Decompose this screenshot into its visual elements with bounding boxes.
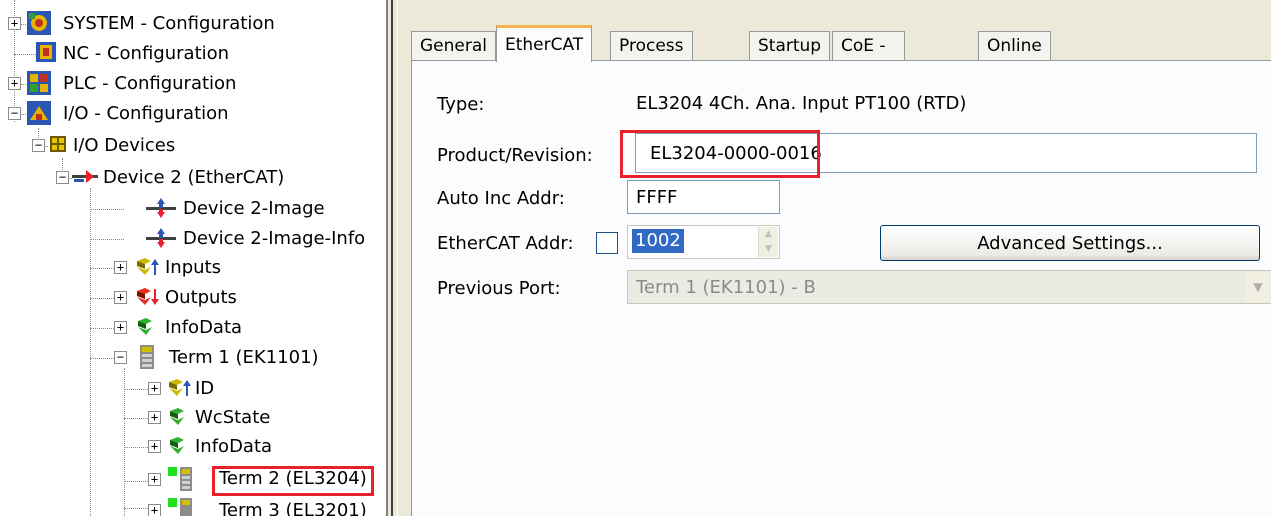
expand-plus-icon[interactable]: +: [114, 291, 127, 304]
tree-item-label: NC - Configuration: [63, 43, 230, 64]
tree-item-outputs[interactable]: + Outputs: [0, 283, 380, 313]
tree-item-label: PLC - Configuration: [63, 73, 237, 94]
expand-plus-icon[interactable]: +: [148, 411, 161, 424]
terminal-green-icon: [168, 467, 192, 491]
outputs-icon: [137, 288, 159, 305]
expand-minus-icon[interactable]: −: [8, 107, 21, 120]
terminal-icon: [140, 345, 154, 369]
tree-item-infodata-term[interactable]: + InfoData: [0, 432, 380, 462]
tree-view[interactable]: + SYSTEM - Configuration NC - Configurat…: [0, 0, 386, 516]
previous-port-label: Previous Port:: [437, 278, 561, 299]
tree-item-infodata[interactable]: + InfoData: [0, 313, 380, 343]
tree-item-device-2-ethercat[interactable]: − Device 2 (EtherCAT): [0, 163, 380, 193]
previous-port-value: Term 1 (EK1101) - B: [636, 276, 816, 298]
product-revision-label: Product/Revision:: [437, 145, 593, 166]
tree-item-label: InfoData: [165, 317, 243, 338]
device-image-info-icon: [146, 228, 176, 248]
type-label: Type:: [437, 94, 485, 115]
pane-splitter[interactable]: [386, 0, 398, 516]
tree-item-label: Outputs: [165, 287, 237, 308]
expand-plus-icon[interactable]: +: [114, 261, 127, 274]
tree-item-io-config[interactable]: − I/O - Configuration: [0, 99, 380, 129]
type-value: EL3204 4Ch. Ana. Input PT100 (RTD): [627, 86, 1255, 120]
tree-item-term-2[interactable]: + Term 2 (EL3204): [0, 465, 386, 496]
tree-item-label: I/O Devices: [73, 135, 176, 156]
device-image-icon: [146, 198, 176, 218]
previous-port-select[interactable]: Term 1 (EK1101) - B ▼: [627, 270, 1271, 304]
expand-plus-icon[interactable]: +: [114, 321, 127, 334]
io-devices-icon: [50, 136, 66, 152]
expand-plus-icon[interactable]: +: [148, 440, 161, 453]
tree-item-wcstate[interactable]: + WcState: [0, 403, 380, 433]
tree-item-io-devices[interactable]: − I/O Devices: [0, 131, 380, 161]
id-input-icon: [169, 379, 191, 396]
tree-item-device-2-image-info[interactable]: Device 2-Image-Info: [0, 224, 380, 254]
tree-item-label: InfoData: [195, 436, 273, 457]
advanced-settings-button[interactable]: Advanced Settings...: [880, 225, 1260, 261]
tree-item-label: WcState: [195, 407, 271, 428]
expand-plus-icon[interactable]: +: [148, 473, 161, 486]
tree-item-system-config[interactable]: + SYSTEM - Configuration: [0, 9, 380, 39]
ethercat-addr-value: 1002: [632, 229, 684, 253]
spin-down-icon[interactable]: ▼: [759, 242, 778, 257]
tree-item-label: Term 2 (EL3204): [212, 466, 374, 496]
expand-minus-icon[interactable]: −: [56, 171, 69, 184]
tab-coe-online[interactable]: CoE - Online: [832, 31, 905, 84]
expand-minus-icon[interactable]: −: [114, 351, 127, 364]
tree-item-label: Device 2 (EtherCAT): [103, 167, 285, 188]
tree-item-label: Term 3 (EL3201): [219, 500, 367, 516]
tree-item-label: Inputs: [165, 257, 221, 278]
tab-online[interactable]: Online: [978, 31, 1051, 61]
ethercat-addr-checkbox[interactable]: [596, 232, 618, 254]
tree-item-id[interactable]: + ID: [0, 374, 380, 404]
tree-item-label: I/O - Configuration: [63, 103, 229, 124]
tree-item-label: Device 2-Image-Info: [183, 228, 366, 249]
properties-pane: General EtherCAT Process Data Startup Co…: [398, 0, 1271, 516]
expand-plus-icon[interactable]: +: [8, 17, 21, 30]
tree-item-label: SYSTEM - Configuration: [63, 13, 275, 34]
tab-startup[interactable]: Startup: [749, 31, 831, 61]
tree-item-plc-config[interactable]: + PLC - Configuration: [0, 69, 380, 99]
tree-item-term-3[interactable]: + Term 3 (EL3201): [0, 496, 380, 516]
auto-inc-addr-field[interactable]: FFFF: [627, 180, 780, 214]
tab-process-data[interactable]: Process Data: [610, 31, 693, 84]
ethercat-tab-panel: Type: EL3204 4Ch. Ana. Input PT100 (RTD)…: [411, 60, 1271, 516]
expand-plus-icon[interactable]: +: [148, 504, 161, 516]
tree-item-term-1[interactable]: − Term 1 (EK1101): [0, 343, 380, 373]
inputs-icon: [137, 258, 159, 275]
wcstate-icon: [170, 408, 184, 425]
nc-config-icon: [36, 42, 56, 62]
expand-plus-icon[interactable]: +: [8, 77, 21, 90]
io-config-icon: [27, 101, 51, 125]
tree-item-device-2-image[interactable]: Device 2-Image: [0, 194, 380, 224]
tree-item-label: Device 2-Image: [183, 198, 325, 219]
tree-item-label: Term 1 (EK1101): [169, 347, 319, 368]
ethercat-device-icon: [72, 170, 98, 183]
auto-inc-addr-value: FFFF: [636, 186, 678, 208]
terminal-green-icon: [168, 498, 192, 516]
tab-ethercat[interactable]: EtherCAT: [496, 25, 593, 62]
infodata-icon: [170, 437, 184, 454]
tree-item-label: ID: [195, 378, 215, 399]
expand-plus-icon[interactable]: +: [148, 382, 161, 395]
infodata-icon: [138, 318, 152, 335]
system-config-icon: [27, 11, 51, 35]
tree-item-inputs[interactable]: + Inputs: [0, 253, 380, 283]
plc-config-icon: [27, 71, 51, 95]
tab-general[interactable]: General: [411, 31, 496, 61]
auto-inc-addr-label: Auto Inc Addr:: [437, 188, 565, 209]
expand-minus-icon[interactable]: −: [32, 139, 45, 152]
spin-up-icon[interactable]: ▲: [759, 227, 778, 242]
chevron-down-icon[interactable]: ▼: [1246, 272, 1270, 302]
spinner-arrows[interactable]: ▲ ▼: [758, 227, 778, 257]
ethercat-addr-label: EtherCAT Addr:: [437, 233, 574, 254]
tree-item-nc-config[interactable]: NC - Configuration: [0, 39, 380, 69]
product-revision-highlight: [620, 130, 820, 178]
ethercat-addr-spinner[interactable]: 1002 ▲ ▼: [627, 225, 780, 259]
